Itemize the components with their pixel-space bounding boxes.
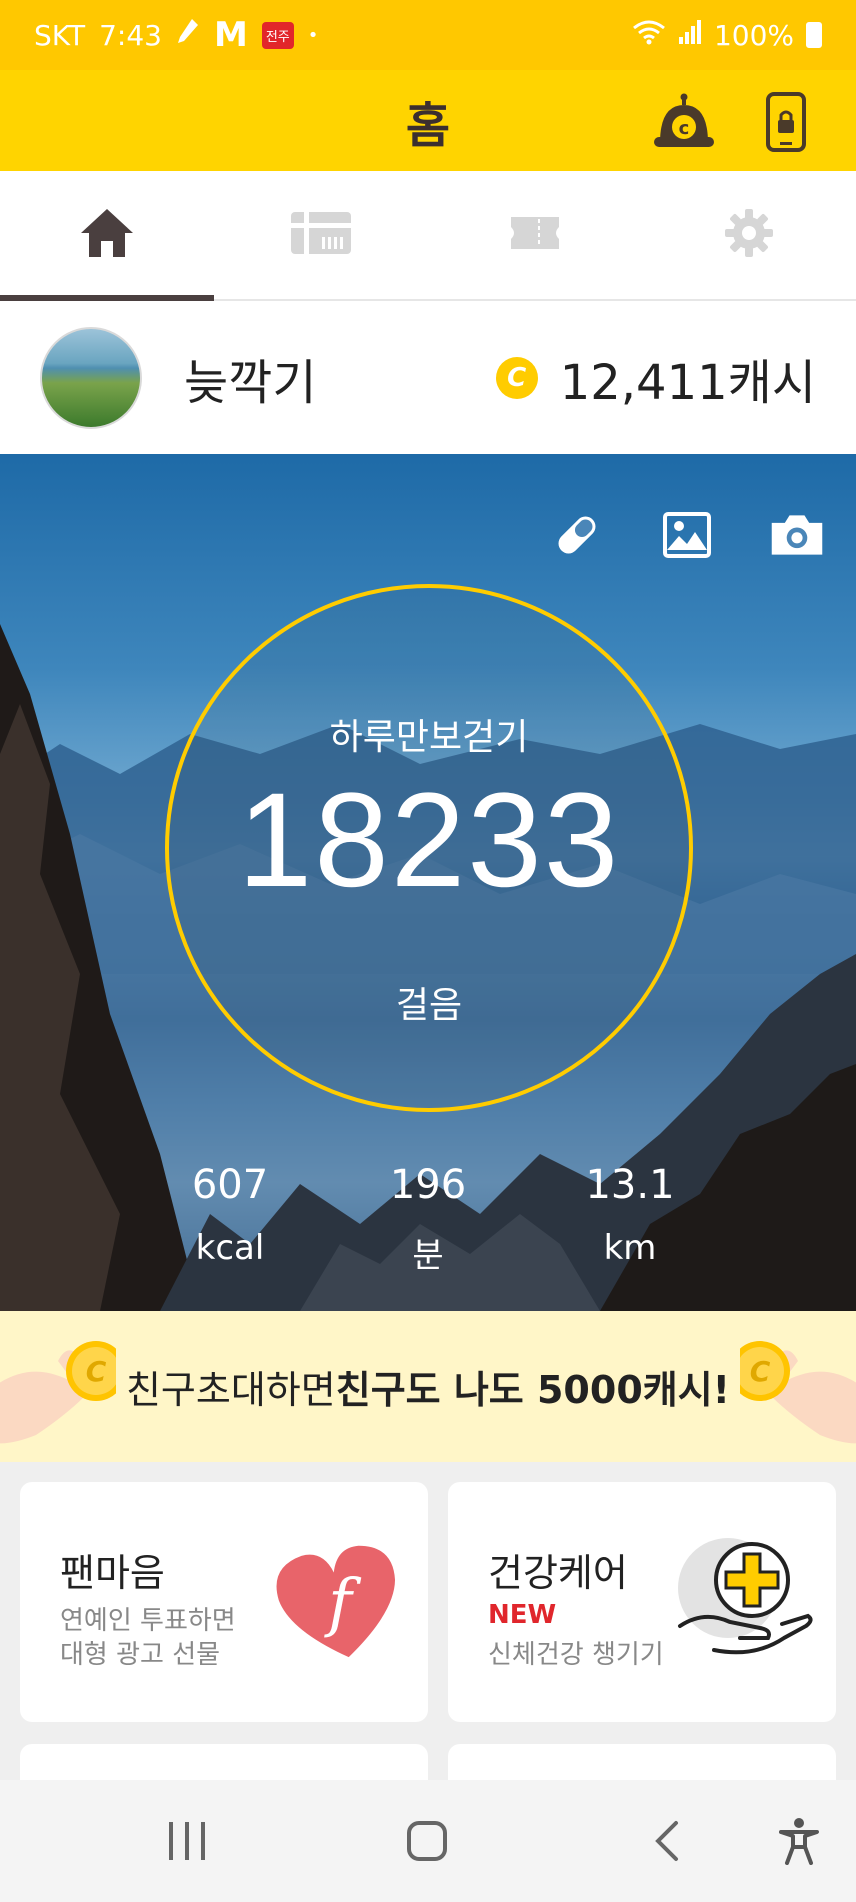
fan-heart-card[interactable]: 팬마음 연예인 투표하면 대형 광고 선물 f: [20, 1482, 428, 1722]
cash-balance[interactable]: C 12,411캐시: [495, 343, 816, 413]
stat-minutes-value: 196: [389, 1162, 467, 1208]
home-icon: [79, 207, 135, 263]
svg-text:C: C: [750, 1355, 771, 1388]
app-screen: SKT 7:43 M 전주 • 100% 홈 c 늦깍기 C 12,411캐시 …: [0, 0, 856, 1902]
app-header: 홈 c: [0, 70, 856, 171]
stat-minutes-unit: 분: [412, 1236, 444, 1276]
pen-notification-icon: [176, 17, 200, 54]
accessibility-icon[interactable]: [766, 1808, 832, 1874]
step-ring-title: 하루만보걷기: [329, 717, 529, 758]
battery-percent: 100%: [713, 18, 794, 52]
step-unit: 걸음: [395, 985, 463, 1026]
phone-lock-icon[interactable]: [752, 88, 820, 156]
system-nav-bar: [0, 1780, 856, 1902]
pill-icon[interactable]: [548, 508, 606, 562]
tab-gift-shop[interactable]: [214, 171, 428, 299]
stat-distance-value: 13.1: [585, 1162, 675, 1208]
page-title: 홈: [405, 97, 451, 154]
tab-home[interactable]: [0, 171, 214, 301]
cash-coin-icon: C: [495, 356, 538, 399]
gear-icon: [724, 208, 774, 262]
stat-calories-value: 607: [191, 1162, 269, 1208]
home-button-icon[interactable]: [394, 1808, 460, 1874]
health-care-title: 건강케어: [488, 1551, 628, 1595]
invite-text-plain: 친구초대하면: [125, 1368, 336, 1412]
recent-apps-icon[interactable]: [154, 1808, 220, 1874]
stat-minutes: 196 분: [348, 1162, 508, 1277]
tab-settings[interactable]: [642, 171, 856, 299]
profile-row: 늦깍기 C 12,411캐시: [0, 301, 856, 454]
tab-coupon[interactable]: [428, 171, 642, 299]
fan-heart-sub2: 대형 광고 선물: [60, 1640, 221, 1670]
stat-calories-unit: kcal: [195, 1228, 265, 1268]
hero-toolbar: [548, 508, 826, 562]
gift-card-icon: [290, 211, 352, 259]
health-care-card[interactable]: 건강케어 NEW 신체건강 챙기기: [448, 1482, 836, 1722]
health-plus-hand-icon: [674, 1538, 814, 1666]
more-notifications-dot: •: [307, 24, 319, 46]
tab-bar: [0, 171, 856, 301]
new-badge: NEW: [488, 1600, 557, 1630]
m-notification-icon: M: [213, 15, 248, 55]
status-left: SKT 7:43 M 전주 •: [34, 15, 318, 55]
hand-coin-icon-left: C: [0, 1325, 126, 1449]
svg-text:c: c: [679, 118, 690, 139]
step-count: 18233: [237, 766, 621, 915]
username: 늦깍기: [184, 354, 317, 411]
status-right: 100%: [632, 19, 822, 52]
stat-distance: 13.1 km: [550, 1162, 710, 1268]
invite-text-bold: 친구도 나도 5000캐시!: [335, 1368, 731, 1412]
invite-friends-banner[interactable]: C 친구초대하면 친구도 나도 5000캐시! C: [0, 1311, 856, 1462]
stat-distance-unit: km: [603, 1228, 657, 1268]
cash-robot-icon[interactable]: c: [650, 88, 718, 156]
step-ring[interactable]: 하루만보걷기 18233 걸음: [165, 584, 693, 1112]
svg-text:C: C: [86, 1355, 107, 1388]
app-notification-icon: 전주: [261, 21, 294, 49]
hand-coin-icon-right: C: [730, 1325, 856, 1449]
step-counter-hero: 하루만보걷기 18233 걸음 607 kcal 196 분 13.1 km: [0, 454, 856, 1311]
ticket-icon: [509, 215, 561, 255]
heart-f-icon: f: [276, 1542, 402, 1666]
carrier: SKT: [34, 18, 86, 52]
cash-amount: 12,411캐시: [559, 354, 816, 411]
clock: 7:43: [99, 18, 162, 52]
avatar[interactable]: [40, 326, 142, 429]
signal-icon: [678, 19, 702, 52]
stat-calories: 607 kcal: [150, 1162, 310, 1268]
camera-icon[interactable]: [768, 508, 826, 562]
battery-icon: [806, 22, 822, 48]
fan-heart-sub1: 연예인 투표하면: [60, 1606, 236, 1636]
fan-heart-title: 팬마음: [60, 1551, 165, 1595]
wifi-icon: [632, 19, 666, 52]
back-icon[interactable]: [634, 1808, 700, 1874]
gallery-icon[interactable]: [658, 508, 716, 562]
health-care-sub1: 신체건강 챙기기: [488, 1640, 664, 1670]
status-bar: SKT 7:43 M 전주 • 100%: [0, 0, 856, 70]
